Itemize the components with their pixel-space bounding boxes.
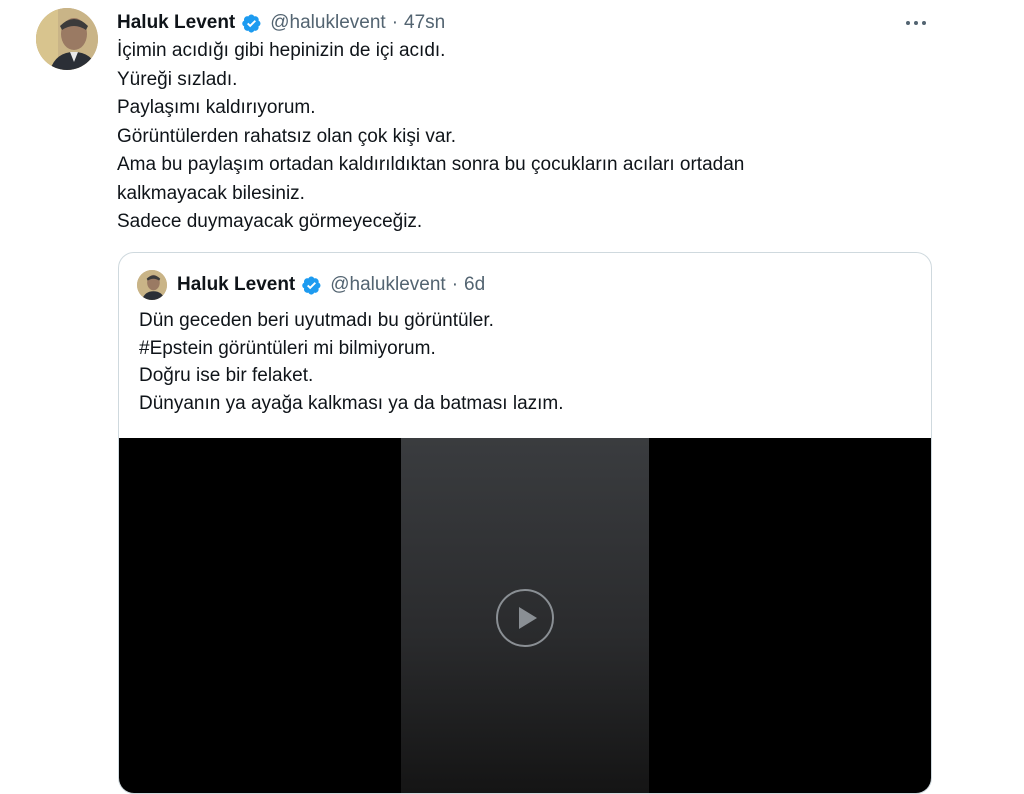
meta-separator: · (451, 274, 459, 295)
tweet-text: İçimin acıdığı gibi hepinizin de içi acı… (117, 37, 957, 237)
tweet-text-line: Görüntülerden rahatsız olan çok kişi var… (117, 125, 457, 147)
tweet-text-line: Ama bu paylaşım ortadan kaldırıldıktan s… (117, 154, 745, 175)
more-dot (922, 21, 926, 25)
quoted-text-line: Dün geceden beri uyutmadı bu görüntüler. (139, 310, 494, 331)
quoted-text-line: Doğru ise bir felaket. (139, 365, 314, 386)
tweet-text-line: kalkmayacak bilesiniz. (117, 182, 305, 204)
quoted-media-placeholder[interactable] (119, 438, 931, 793)
quoted-tweet-header: Haluk Levent @haluklevent · 6d (137, 270, 485, 300)
video-media-icon (496, 589, 554, 647)
quoted-tweet-timestamp[interactable]: 6d (464, 274, 485, 296)
tweet-text-line: Paylaşımı kaldırıyorum. (117, 97, 316, 118)
more-dot (914, 21, 918, 25)
tweet-text-line: Yüreği sızladı. (117, 68, 238, 90)
tweet-timestamp[interactable]: 47sn (404, 12, 445, 34)
hashtag-text: #Epstein görüntüleri mi bilmiyorum. (139, 337, 436, 359)
meta-separator: · (391, 12, 399, 33)
tweet-header: Haluk Levent @haluklevent · 47sn (117, 9, 445, 37)
quoted-author-handle[interactable]: @haluklevent (330, 274, 445, 296)
quoted-author-name[interactable]: Haluk Levent (177, 274, 295, 296)
quoted-tweet-text: Dün geceden beri uyutmadı bu görüntüler.… (139, 307, 919, 417)
more-dot (906, 21, 910, 25)
quoted-author-avatar[interactable] (137, 270, 167, 300)
more-options-icon[interactable] (896, 10, 936, 36)
avatar-image (36, 8, 98, 70)
verified-badge-icon (302, 276, 321, 295)
verified-badge-icon (242, 14, 261, 33)
author-name[interactable]: Haluk Levent (117, 12, 235, 34)
quoted-tweet-card[interactable]: Haluk Levent @haluklevent · 6d Dün geced… (118, 252, 932, 794)
quoted-text-line: Dünyanın ya ayağa kalkması ya da batması… (139, 392, 564, 414)
tweet-text-line: Sadece duymayacak görmeyeceğiz. (117, 211, 423, 232)
quoted-text-line: #Epstein görüntüleri mi bilmiyorum. (139, 335, 919, 363)
avatar-image (137, 270, 167, 300)
tweet: Haluk Levent @haluklevent · 47sn İçimin … (0, 0, 1024, 794)
author-handle[interactable]: @haluklevent (270, 12, 385, 34)
author-avatar[interactable] (36, 8, 98, 70)
tweet-text-line: İçimin acıdığı gibi hepinizin de içi acı… (117, 40, 446, 61)
